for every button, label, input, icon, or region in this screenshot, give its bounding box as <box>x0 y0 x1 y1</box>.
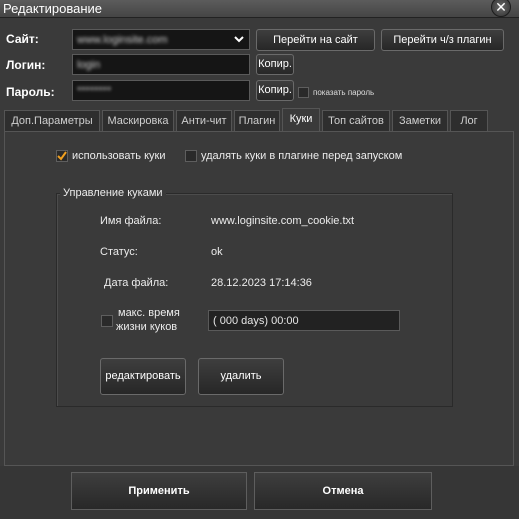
max-lifetime-input[interactable]: ( 000 days) 00:00 <box>208 310 400 331</box>
goto-plugin-button[interactable]: Перейти ч/з плагин <box>381 29 504 51</box>
chevron-down-icon[interactable] <box>233 33 245 45</box>
tab-anticheat[interactable]: Анти-чит <box>176 110 232 131</box>
delete-cookies-checkbox[interactable] <box>185 150 197 162</box>
window-title: Редактирование <box>3 1 103 16</box>
checkmark-icon <box>57 151 67 161</box>
copy-password-button[interactable]: Копир. <box>256 80 294 101</box>
max-lifetime-label-2: жизни куков <box>116 321 178 333</box>
max-lifetime-label-1: макс. время <box>118 307 180 319</box>
site-label: Сайт: <box>6 32 39 46</box>
max-lifetime-checkbox[interactable] <box>101 315 113 327</box>
filename-value: www.loginsite.com_cookie.txt <box>211 215 355 227</box>
goto-site-button[interactable]: Перейти на сайт <box>256 29 375 51</box>
cookie-management-title: Управление куками <box>60 187 166 199</box>
filename-label: Имя файла: <box>100 215 162 227</box>
tab-notes[interactable]: Заметки <box>392 110 448 131</box>
title-bar: Редактирование ✕ <box>0 0 519 18</box>
status-label: Статус: <box>100 246 138 258</box>
password-value: ******** <box>77 85 112 97</box>
edit-cookies-button[interactable]: редактировать <box>100 358 186 395</box>
site-dropdown[interactable]: www.loginsite.com <box>72 29 250 50</box>
tab-plugin[interactable]: Плагин <box>234 110 280 131</box>
cancel-button[interactable]: Отмена <box>254 472 432 510</box>
show-password-checkbox[interactable] <box>298 87 309 98</box>
apply-button[interactable]: Применить <box>71 472 247 510</box>
login-value: login <box>77 59 101 71</box>
password-input[interactable]: ******** <box>72 80 250 101</box>
tab-log[interactable]: Лог <box>450 110 488 131</box>
tab-extra-params[interactable]: Доп.Параметры <box>4 110 100 131</box>
site-value: www.loginsite.com <box>77 34 168 46</box>
delete-cookies-button[interactable]: удалить <box>198 358 284 395</box>
date-value: 28.12.2023 17:14:36 <box>211 277 312 289</box>
login-input[interactable]: login <box>72 54 250 75</box>
status-value: ok <box>211 246 223 258</box>
delete-cookies-label: удалять куки в плагине перед запуском <box>201 150 403 162</box>
close-icon[interactable]: ✕ <box>491 0 511 17</box>
tab-top-sites[interactable]: Топ сайтов <box>322 110 390 131</box>
date-label: Дата файла: <box>104 277 169 289</box>
login-label: Логин: <box>6 58 46 72</box>
show-password-label: показать пароль <box>313 88 375 97</box>
copy-login-button[interactable]: Копир. <box>256 54 294 75</box>
use-cookies-checkbox[interactable] <box>56 150 68 162</box>
tab-masking[interactable]: Маскировка <box>102 110 174 131</box>
tab-cookies[interactable]: Куки <box>282 108 320 132</box>
use-cookies-label: использовать куки <box>72 150 166 162</box>
password-label: Пароль: <box>6 85 55 99</box>
